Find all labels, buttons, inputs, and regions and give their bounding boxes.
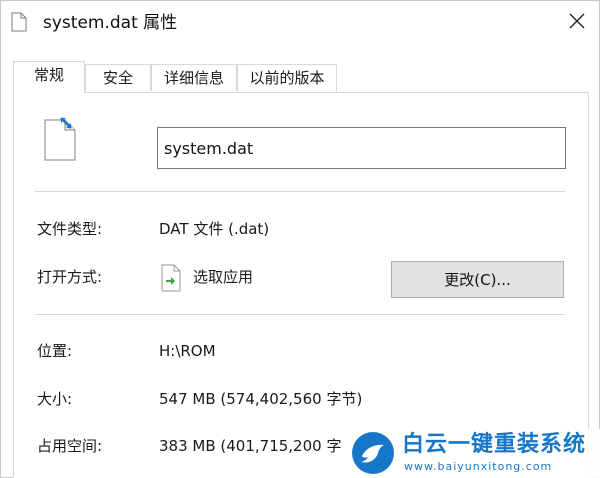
bird-logo-icon — [352, 432, 394, 474]
location-label: 位置: — [37, 342, 73, 360]
window-title: system.dat 属性 — [43, 13, 178, 33]
divider-middle — [35, 314, 565, 315]
watermark-url: www.baiyunxitong.com — [404, 460, 553, 473]
tab-details[interactable]: 详细信息 — [151, 64, 237, 91]
file-type-label: 文件类型: — [37, 220, 103, 238]
close-icon — [569, 13, 585, 33]
open-with-label: 打开方式: — [37, 268, 103, 286]
tab-general[interactable]: 常规 — [13, 61, 85, 93]
file-type-value: DAT 文件 (.dat) — [159, 220, 270, 238]
size-label: 大小: — [37, 390, 73, 408]
divider-top — [35, 191, 565, 192]
size-value: 547 MB (574,402,560 字节) — [159, 390, 363, 408]
close-button[interactable] — [559, 5, 595, 41]
watermark-title: 白云一键重装系统 — [402, 432, 587, 457]
size-on-disk-value: 383 MB (401,715,200 字 — [159, 437, 342, 455]
choose-app-icon — [160, 263, 182, 293]
tab-previous-versions[interactable]: 以前的版本 — [237, 64, 337, 91]
properties-window: system.dat 属性 常规 安全 详细信息 以前的版本 文件类型: DAT… — [0, 0, 600, 478]
tab-strip: 常规 安全 详细信息 以前的版本 — [13, 61, 593, 93]
file-icon — [11, 12, 27, 32]
size-on-disk-label: 占用空间: — [37, 437, 103, 455]
dat-file-icon — [41, 116, 81, 164]
file-name-input[interactable] — [157, 127, 566, 169]
location-value: H:\ROM — [159, 342, 216, 360]
title-bar[interactable]: system.dat 属性 — [1, 1, 599, 45]
tab-security[interactable]: 安全 — [85, 64, 151, 91]
watermark: 白云一键重装系统 www.baiyunxitong.com — [346, 429, 600, 478]
open-with-value: 选取应用 — [193, 268, 254, 286]
change-button[interactable]: 更改(C)... — [391, 261, 564, 298]
